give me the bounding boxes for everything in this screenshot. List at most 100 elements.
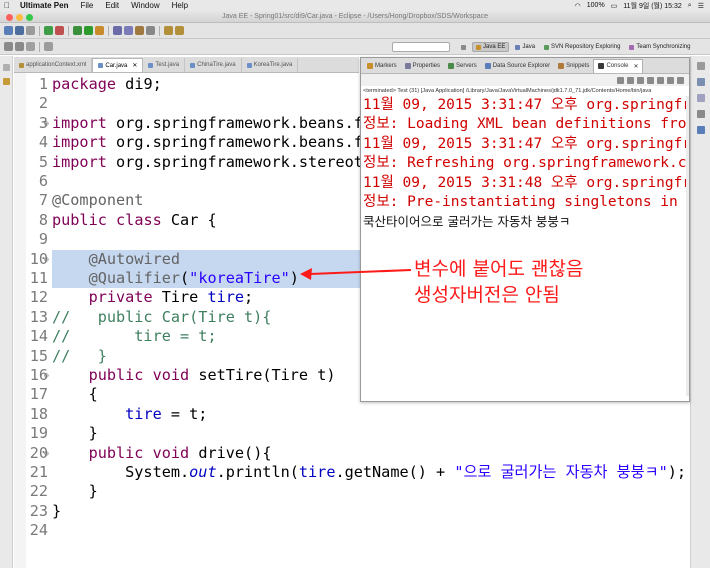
notification-icon[interactable]: ☰ <box>698 2 704 10</box>
tab-application-context[interactable]: applicationContext.xml <box>14 58 93 72</box>
display-console-icon[interactable] <box>667 76 674 84</box>
annotation-arrow <box>300 268 412 280</box>
perspective-svn[interactable]: SVN Repository Exploring <box>541 43 623 51</box>
properties-icon <box>404 62 411 69</box>
remove-launch-icon[interactable] <box>627 76 634 84</box>
outline-icon[interactable] <box>697 78 705 86</box>
save-icon[interactable] <box>15 26 24 35</box>
new-icon[interactable] <box>4 26 13 35</box>
new-package-icon[interactable] <box>124 26 133 35</box>
close-tab-icon[interactable]: ✕ <box>132 62 137 69</box>
menu-window[interactable]: Window <box>125 1 165 10</box>
clear-console-icon[interactable] <box>637 76 644 84</box>
code-token: @Qualifier <box>88 269 181 287</box>
close-console-icon[interactable]: ✕ <box>633 63 638 70</box>
code-line[interactable]: 22 } <box>14 482 690 501</box>
stop-icon[interactable] <box>55 26 64 35</box>
annotation-prev-icon[interactable] <box>175 26 184 35</box>
code-token: import <box>52 133 107 152</box>
quick-access-input[interactable] <box>392 42 450 52</box>
open-perspective-icon <box>461 44 466 50</box>
menu-file[interactable]: File <box>74 1 99 10</box>
restore-icon[interactable] <box>3 64 10 71</box>
code-token: = t; <box>161 404 208 423</box>
line-number: 5 <box>38 152 48 171</box>
back-icon[interactable] <box>4 42 13 51</box>
forward-icon[interactable] <box>15 42 24 51</box>
left-trim-bar <box>0 56 13 568</box>
open-type-icon[interactable] <box>135 26 144 35</box>
last-edit-icon[interactable] <box>26 42 35 51</box>
tab-koreatire-java[interactable]: KoreaTire.java <box>242 58 299 72</box>
zoom-window-button[interactable] <box>26 14 33 21</box>
open-perspective-button[interactable] <box>458 44 469 51</box>
restore-right-icon[interactable] <box>697 62 705 70</box>
app-menu[interactable]: Ultimate Pen <box>14 1 74 10</box>
code-token: public <box>52 210 107 229</box>
pin-console-icon[interactable] <box>657 76 664 84</box>
task-list-icon[interactable] <box>697 94 705 102</box>
battery-icon[interactable]: ▭ <box>611 2 618 10</box>
code-line[interactable]: 21 System.out.println(tire.getName() + "… <box>14 463 690 482</box>
apple-icon[interactable]:  <box>0 1 14 10</box>
tab-car-java[interactable]: Car.java ✕ <box>92 58 144 72</box>
wifi-icon[interactable]: ◠ <box>575 2 581 10</box>
fold-toggle-icon[interactable]: ⊖ <box>44 444 50 463</box>
java-file-icon <box>190 62 196 68</box>
console-output[interactable]: 11월 09, 2015 3:31:47 오후 org.springframew… <box>361 96 689 232</box>
palette-icon[interactable] <box>697 126 705 134</box>
code-line[interactable]: 18 tire = t; <box>14 405 690 424</box>
fold-toggle-icon[interactable]: ⊖ <box>44 366 50 385</box>
perspective-switcher: Java EE Java SVN Repository Exploring Te… <box>458 40 693 54</box>
debug-icon[interactable] <box>73 26 82 35</box>
code-line[interactable]: 24 <box>14 521 690 540</box>
spotlight-icon[interactable]: ⌕ <box>688 2 692 10</box>
hierarchy-icon[interactable] <box>697 110 705 118</box>
code-line[interactable]: 23} <box>14 502 690 521</box>
line-number: 14 <box>29 327 48 346</box>
console-line: 쿡산타이어으로 굴러가는 자동차 붕붕ㅋ <box>363 214 571 230</box>
tab-console[interactable]: Console ✕ <box>593 58 644 73</box>
annotation-line-1: 변수에 붙어도 괜찮음 <box>414 258 584 280</box>
annotation-next-icon[interactable] <box>164 26 173 35</box>
perspective-java-ee[interactable]: Java EE <box>472 42 510 52</box>
tab-data-source-explorer[interactable]: Data Source Explorer <box>481 59 554 73</box>
console-toolbar <box>361 74 689 86</box>
line-number: 13 <box>29 307 48 326</box>
perspective-java[interactable]: Java <box>512 43 538 51</box>
fold-toggle-icon[interactable]: ⊖ <box>44 250 50 269</box>
tab-servers[interactable]: Servers <box>444 59 481 73</box>
terminate-icon[interactable] <box>617 76 624 84</box>
tab-markers[interactable]: Markers <box>363 59 401 73</box>
code-token: { <box>52 385 98 404</box>
pin-icon[interactable] <box>44 42 53 51</box>
code-token: ; <box>244 288 254 307</box>
console-line: 정보: Refreshing org.springframework.conte… <box>363 155 689 172</box>
search-toolbar-icon[interactable] <box>146 26 155 35</box>
close-window-button[interactable] <box>6 14 13 21</box>
view-menu-icon[interactable] <box>677 76 684 84</box>
main-toolbar <box>0 23 710 39</box>
battery-level[interactable]: 100% <box>587 2 605 9</box>
tab-properties[interactable]: Properties <box>401 59 444 73</box>
clock[interactable]: 11월 9일 (월) 15:32 <box>623 1 682 11</box>
menu-edit[interactable]: Edit <box>99 1 125 10</box>
menu-help[interactable]: Help <box>166 1 194 10</box>
code-line[interactable]: 20 ⊖ public void drive(){ <box>14 444 690 463</box>
perspective-team-sync[interactable]: Team Synchronizing <box>626 43 693 51</box>
run-icon[interactable] <box>84 26 93 35</box>
new-java-class-icon[interactable] <box>113 26 122 35</box>
line-number: 4 <box>38 133 48 152</box>
tab-snippets[interactable]: Snippets <box>554 59 593 73</box>
code-line[interactable]: 19 } <box>14 424 690 443</box>
project-explorer-icon[interactable] <box>3 78 10 85</box>
scroll-lock-icon[interactable] <box>647 76 654 84</box>
fold-toggle-icon[interactable]: ⊕ <box>44 114 50 133</box>
print-icon[interactable] <box>26 26 35 35</box>
server-icon[interactable] <box>44 26 53 35</box>
console-scrollbar[interactable] <box>686 96 689 396</box>
minimize-window-button[interactable] <box>16 14 23 21</box>
external-tools-icon[interactable] <box>95 26 104 35</box>
tab-chinatire-java[interactable]: ChinaTire.java <box>185 58 242 72</box>
tab-test-java[interactable]: Test.java <box>143 58 186 72</box>
